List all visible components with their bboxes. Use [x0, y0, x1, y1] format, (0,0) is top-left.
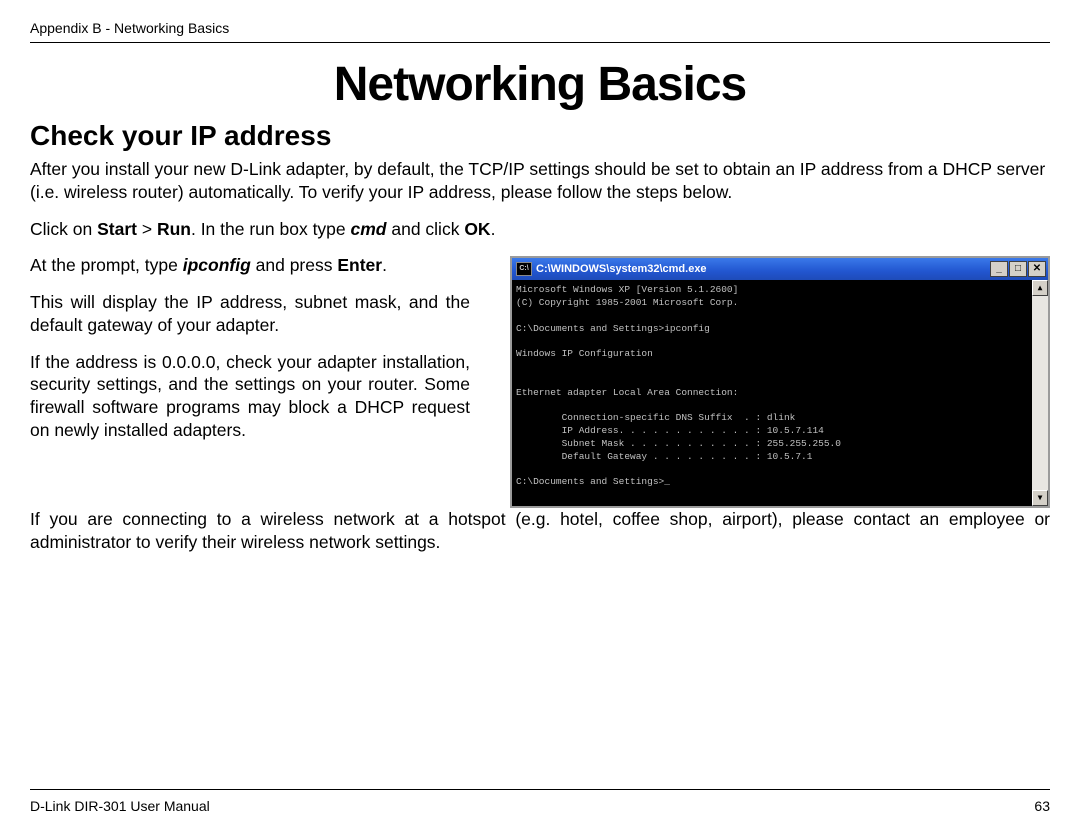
bold-ok: OK — [464, 219, 490, 239]
step-click-start: Click on Start > Run. In the run box typ… — [30, 218, 1050, 241]
step-ipconfig: At the prompt, type ipconfig and press E… — [30, 254, 470, 277]
cmd-output[interactable]: Microsoft Windows XP [Version 5.1.2600] … — [512, 280, 1032, 506]
cmd-text: cmd — [351, 219, 387, 239]
text-span: > — [137, 219, 157, 239]
close-button[interactable]: ✕ — [1028, 261, 1046, 277]
ipconfig-text: ipconfig — [183, 255, 251, 275]
text-span: and press — [251, 255, 338, 275]
text-span: and click — [387, 219, 465, 239]
text-span: Click on — [30, 219, 97, 239]
intro-paragraph: After you install your new D-Link adapte… — [30, 158, 1050, 204]
text-span: At the prompt, type — [30, 255, 183, 275]
cmd-body: Microsoft Windows XP [Version 5.1.2600] … — [512, 280, 1048, 506]
footer-manual: D-Link DIR-301 User Manual — [30, 798, 210, 814]
section-title: Check your IP address — [30, 120, 1050, 152]
troubleshoot-paragraph: If the address is 0.0.0.0, check your ad… — [30, 351, 470, 442]
window-titlebar: C:\ C:\WINDOWS\system32\cmd.exe _ □ ✕ — [512, 258, 1048, 280]
minimize-button[interactable]: _ — [990, 261, 1008, 277]
result-paragraph: This will display the IP address, subnet… — [30, 291, 470, 337]
text-span: . — [491, 219, 496, 239]
cmd-icon: C:\ — [516, 262, 532, 276]
header-breadcrumb: Appendix B - Networking Basics — [30, 20, 1050, 43]
scroll-track[interactable] — [1032, 296, 1048, 490]
cmd-window: C:\ C:\WINDOWS\system32\cmd.exe _ □ ✕ Mi… — [510, 256, 1050, 508]
bold-run: Run — [157, 219, 191, 239]
footer: D-Link DIR-301 User Manual 63 — [30, 789, 1050, 814]
text-span: . In the run box type — [191, 219, 351, 239]
text-span: . — [382, 255, 387, 275]
scroll-down-button[interactable]: ▼ — [1032, 490, 1048, 506]
scrollbar[interactable]: ▲ ▼ — [1032, 280, 1048, 506]
scroll-up-button[interactable]: ▲ — [1032, 280, 1048, 296]
window-buttons: _ □ ✕ — [990, 261, 1046, 277]
footer-page: 63 — [1034, 798, 1050, 814]
bold-start: Start — [97, 219, 137, 239]
page-title: Networking Basics — [30, 57, 1050, 112]
cmd-screenshot: C:\ C:\WINDOWS\system32\cmd.exe _ □ ✕ Mi… — [510, 256, 1050, 508]
bold-enter: Enter — [337, 255, 382, 275]
hotspot-paragraph: If you are connecting to a wireless netw… — [30, 508, 1050, 554]
window-title: C:\WINDOWS\system32\cmd.exe — [536, 263, 707, 275]
maximize-button[interactable]: □ — [1009, 261, 1027, 277]
